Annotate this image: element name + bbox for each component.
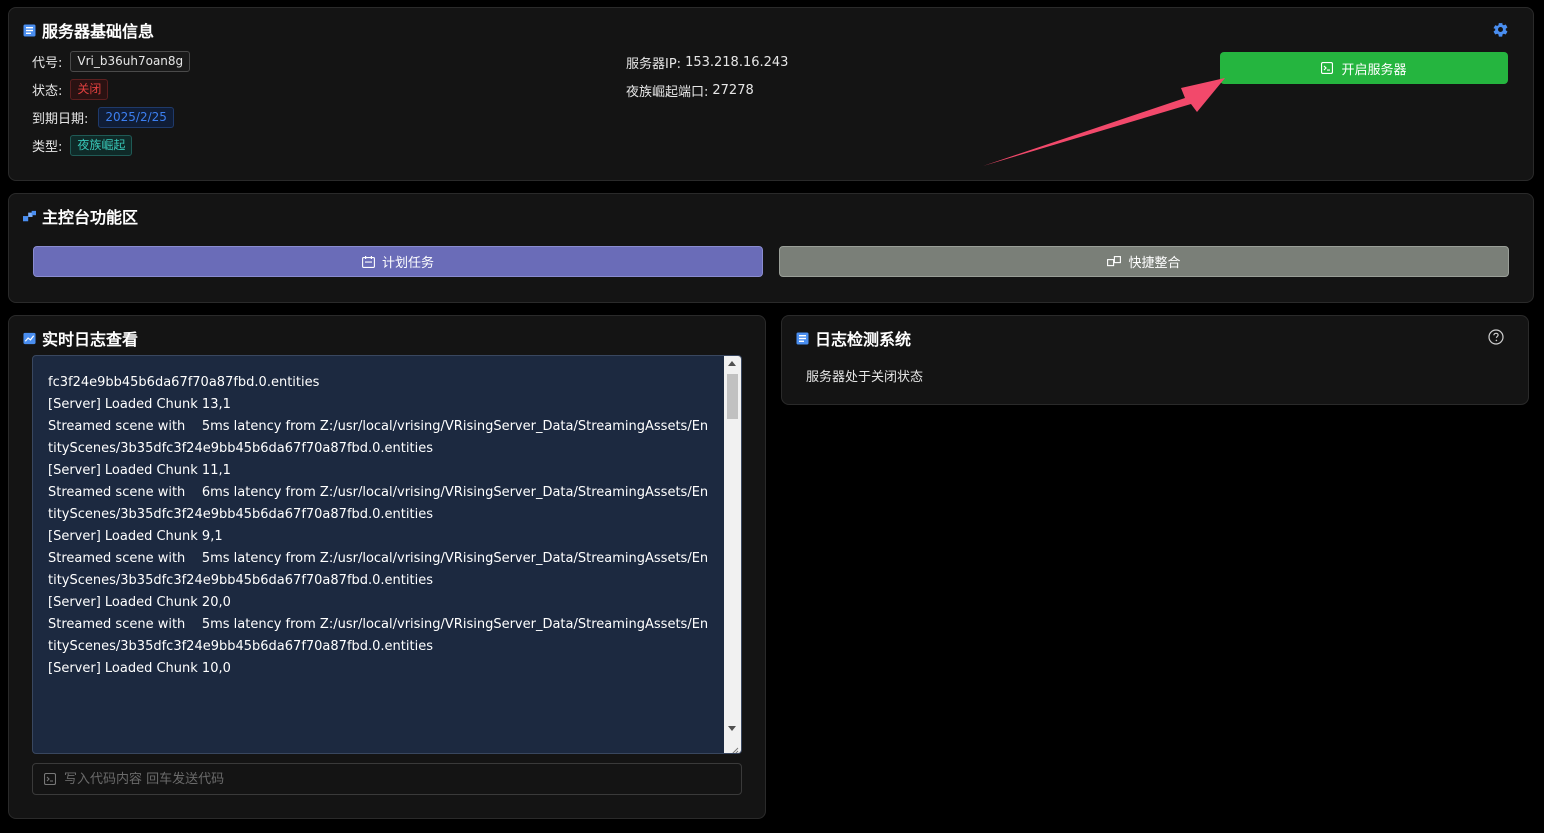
terminal-icon xyxy=(1321,62,1334,74)
code-row: 代号: Vri_b36uh7oan8g xyxy=(32,51,191,72)
log-view-title: 实时日志查看 xyxy=(23,326,138,350)
status-label: 状态: xyxy=(32,84,63,99)
expiry-row: 到期日期: 2025/2/25 xyxy=(32,107,174,128)
port-value: 27278 xyxy=(712,83,754,98)
log-line: Streamed scene with 5ms latency from Z:/… xyxy=(48,419,709,456)
quick-integrate-label: 快捷整合 xyxy=(1128,256,1181,271)
chart-line-icon xyxy=(23,332,36,345)
ip-value: 153.218.16.243 xyxy=(685,55,789,70)
log-output-textarea[interactable]: fc3f24e9bb45b6da67f70a87fbd.0.entities [S… xyxy=(32,355,742,754)
document-icon xyxy=(796,332,809,345)
scroll-thumb[interactable] xyxy=(727,374,738,419)
calendar-icon xyxy=(362,255,375,268)
log-line: [Server] Loaded Chunk 20,0 xyxy=(48,595,231,610)
type-tag: 夜族崛起 xyxy=(70,135,133,156)
log-line: Streamed scene with 5ms latency from Z:/… xyxy=(48,617,709,654)
resize-handle-icon[interactable] xyxy=(729,741,739,753)
help-icon[interactable] xyxy=(1488,329,1504,349)
link-icon xyxy=(1107,256,1122,267)
port-label: 夜族崛起端口: xyxy=(626,85,709,100)
detection-card: 日志检测系统 服务器处于关闭状态 xyxy=(781,315,1529,405)
schedule-task-button[interactable]: 计划任务 xyxy=(33,246,763,277)
ip-row: 服务器IP: 153.218.16.243 xyxy=(626,53,788,72)
type-label: 类型: xyxy=(32,140,63,155)
log-line: Streamed scene with 6ms latency from Z:/… xyxy=(48,485,709,522)
log-line: [Server] Loaded Chunk 11,1 xyxy=(48,463,231,478)
status-row: 状态: 关闭 xyxy=(32,79,109,100)
detection-title-text: 日志检测系统 xyxy=(815,330,912,349)
console-title: 主控台功能区 xyxy=(23,204,138,228)
start-server-label: 开启服务器 xyxy=(1341,62,1407,78)
command-input-box[interactable] xyxy=(32,763,742,795)
server-info-title: 服务器基础信息 xyxy=(23,18,154,42)
detection-status-text: 服务器处于关闭状态 xyxy=(806,370,924,385)
quick-integrate-button[interactable]: 快捷整合 xyxy=(779,246,1509,277)
log-line: [Server] Loaded Chunk 9,1 xyxy=(48,529,223,544)
command-input[interactable] xyxy=(62,770,706,788)
log-line: Streamed scene with 5ms latency from Z:/… xyxy=(48,551,709,588)
scroll-up-icon[interactable] xyxy=(728,361,736,366)
start-server-button[interactable]: 开启服务器 xyxy=(1220,52,1508,84)
console-title-text: 主控台功能区 xyxy=(42,208,139,227)
port-row: 夜族崛起端口: 27278 xyxy=(626,81,754,100)
code-value-tag: Vri_b36uh7oan8g xyxy=(70,51,191,72)
scroll-down-icon[interactable] xyxy=(728,726,736,731)
log-line: [Server] Loaded Chunk 10,0 xyxy=(48,661,231,676)
status-badge: 关闭 xyxy=(70,79,109,100)
log-line: [Server] Loaded Chunk 13,1 xyxy=(48,397,231,412)
code-label: 代号: xyxy=(32,56,63,71)
server-info-title-text: 服务器基础信息 xyxy=(42,22,155,41)
log-scrollbar[interactable] xyxy=(724,356,741,753)
puzzle-icon xyxy=(23,210,36,223)
detection-title: 日志检测系统 xyxy=(796,326,911,350)
log-line: fc3f24e9bb45b6da67f70a87fbd.0.entities xyxy=(48,375,320,390)
ip-label: 服务器IP: xyxy=(626,57,682,72)
expiry-date-tag: 2025/2/25 xyxy=(98,107,174,128)
server-info-card: 服务器基础信息 xyxy=(8,7,1534,181)
settings-gear-icon[interactable] xyxy=(1492,21,1509,38)
type-row: 类型: 夜族崛起 xyxy=(32,135,133,156)
schedule-task-label: 计划任务 xyxy=(381,256,434,271)
pointer-arrow-icon xyxy=(983,78,1225,166)
log-view-title-text: 实时日志查看 xyxy=(42,330,139,349)
log-content: fc3f24e9bb45b6da67f70a87fbd.0.entities [S… xyxy=(48,372,713,680)
document-icon xyxy=(23,24,36,37)
terminal-prompt-icon xyxy=(44,773,56,785)
expiry-label: 到期日期: xyxy=(32,112,89,127)
